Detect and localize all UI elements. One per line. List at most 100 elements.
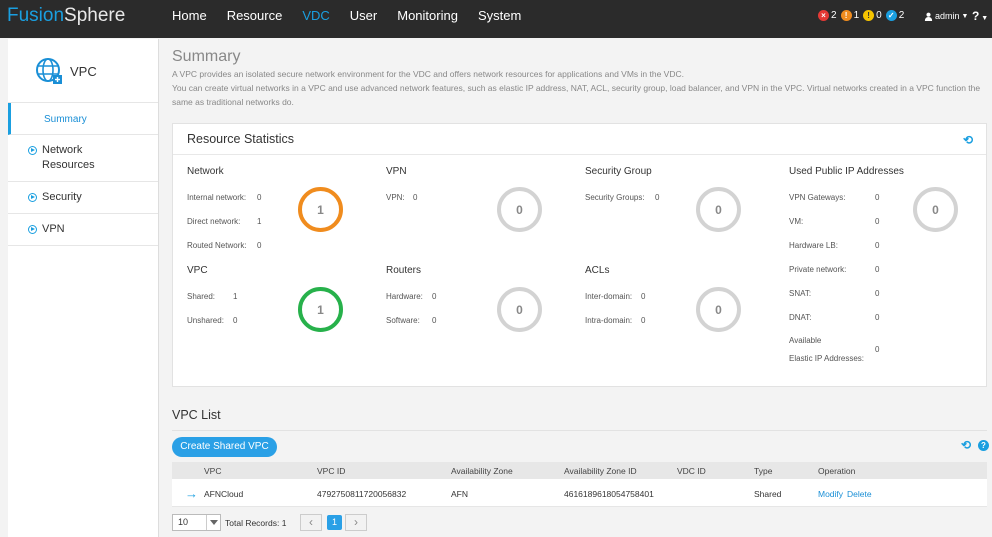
next-page-button[interactable]: ›: [345, 514, 367, 531]
public-ip-title: Used Public IP Addresses: [789, 166, 904, 177]
alarm-summary: × 2 ! 1 ! 0 ✓ 2: [818, 10, 904, 21]
public-ip-total-ring: 0: [913, 187, 958, 232]
minor-alarm-count: 0: [876, 10, 882, 21]
vm-value: 0: [875, 217, 880, 226]
sidebar-item-network-resources[interactable]: Network Resources: [8, 135, 158, 182]
page-size-value: 10: [178, 517, 189, 527]
routers-hardware-value: 0: [432, 292, 437, 301]
sidebar: VPC Summary Network Resources Security V…: [8, 39, 159, 537]
sidebar-title: VPC: [70, 64, 97, 79]
column-header-vpc[interactable]: VPC: [204, 466, 221, 476]
vm-label: VM:: [789, 217, 804, 226]
modify-link[interactable]: Modify: [818, 489, 843, 499]
vpc-unshared-label: Unshared:: [187, 316, 224, 325]
private-network-value: 0: [875, 265, 880, 274]
description-line: A VPC provides an isolated secure networ…: [172, 69, 684, 79]
sidebar-item-security[interactable]: Security: [8, 182, 158, 214]
available-eip-label-1: Available: [789, 336, 822, 345]
sidebar-item-summary[interactable]: Summary: [8, 103, 158, 135]
security-group-title: Security Group: [585, 166, 652, 177]
warning-alarm-icon: ✓: [885, 10, 897, 21]
expand-row-icon[interactable]: →: [185, 487, 198, 500]
network-direct-value: 1: [257, 217, 262, 226]
chevron-down-icon: ▼: [961, 12, 969, 20]
page-title: Summary: [172, 48, 241, 65]
divider: [172, 430, 987, 431]
column-header-operation: Operation: [818, 466, 856, 476]
divider: [173, 154, 986, 155]
security-group-total-ring: 0: [696, 187, 741, 232]
column-header-vpc-id[interactable]: VPC ID: [317, 466, 345, 476]
routers-software-label: Software:: [386, 316, 420, 325]
sidebar-item-label: Summary: [44, 114, 87, 125]
logo-part1: Fusion: [7, 5, 65, 26]
dnat-value: 0: [875, 313, 880, 322]
acl-inter-domain-label: Inter-domain:: [585, 292, 633, 301]
help-menu[interactable]: ? ▼: [972, 9, 988, 23]
warning-alarm-count: 2: [898, 10, 905, 21]
column-header-availability-zone-id[interactable]: Availability Zone ID: [564, 466, 637, 476]
nav-resource[interactable]: Resource: [217, 0, 293, 38]
warning-alarm[interactable]: ✓ 2: [885, 10, 905, 21]
fusionsphere-logo[interactable]: FusionSphere: [7, 6, 125, 26]
logo-part2: Sphere: [64, 5, 126, 26]
sidebar-header: VPC: [8, 39, 158, 103]
security-groups-label: Security Groups:: [585, 193, 645, 202]
minor-alarm[interactable]: ! 0: [863, 10, 882, 21]
vpc-total-ring: 1: [298, 287, 343, 332]
nav-monitoring[interactable]: Monitoring: [387, 0, 468, 38]
column-header-vdc-id[interactable]: VDC ID: [677, 466, 706, 476]
nav-home[interactable]: Home: [162, 0, 217, 38]
network-routed-value: 0: [257, 241, 262, 250]
sidebar-item-vpn[interactable]: VPN: [8, 214, 158, 246]
page-number-button[interactable]: 1: [327, 515, 342, 530]
vpn-label: VPN:: [386, 193, 405, 202]
network-direct-label: Direct network:: [187, 217, 241, 226]
vpn-title: VPN: [386, 166, 407, 177]
vpc-shared-value: 1: [233, 292, 238, 301]
acl-inter-domain-value: 0: [641, 292, 646, 301]
major-alarm[interactable]: ! 1: [840, 10, 860, 21]
vpc-list-title: VPC List: [172, 408, 221, 422]
sidebar-item-label: Security: [42, 191, 82, 203]
available-eip-label-2: Elastic IP Addresses:: [789, 354, 864, 363]
table-header: VPC VPC ID Availability Zone Availabilit…: [172, 462, 987, 479]
sidebar-item-label: VPN: [42, 223, 65, 235]
minor-alarm-icon: !: [863, 10, 875, 21]
expand-arrow-icon: [28, 225, 37, 234]
table-row[interactable]: → AFNCloud 4792750811720056832 AFN 46161…: [172, 479, 987, 507]
vpc-stat-title: VPC: [187, 265, 208, 276]
acl-intra-domain-label: Intra-domain:: [585, 316, 633, 325]
refresh-icon[interactable]: ⟲: [963, 133, 973, 147]
critical-alarm[interactable]: × 2: [818, 10, 837, 21]
delete-link[interactable]: Delete: [847, 489, 872, 499]
globe-network-icon: [36, 58, 62, 84]
major-alarm-count: 1: [853, 10, 860, 21]
nav-vdc[interactable]: VDC: [292, 0, 339, 38]
critical-alarm-icon: ×: [818, 10, 829, 21]
chevron-down-icon: ▼: [979, 15, 989, 22]
top-bar: FusionSphere Home Resource VDC User Moni…: [0, 0, 992, 38]
create-shared-vpc-button[interactable]: Create Shared VPC: [172, 437, 277, 457]
cell-availability-zone-id: 4616189618054758401: [564, 489, 654, 499]
nav-user[interactable]: User: [340, 0, 387, 38]
network-routed-label: Routed Network:: [187, 241, 247, 250]
refresh-icon[interactable]: ⟲: [961, 438, 971, 452]
nav-system[interactable]: System: [468, 0, 531, 38]
vpn-gateways-value: 0: [875, 193, 880, 202]
available-eip-value: 0: [875, 345, 880, 354]
network-internal-value: 0: [257, 193, 262, 202]
help-icon[interactable]: ?: [978, 440, 989, 451]
network-total-ring: 1: [298, 187, 343, 232]
routers-total-ring: 0: [497, 287, 542, 332]
user-menu[interactable]: admin ▼: [924, 11, 968, 21]
network-internal-label: Internal network:: [187, 193, 247, 202]
expand-arrow-icon: [28, 193, 37, 202]
panel-title: Resource Statistics: [187, 132, 294, 146]
hardware-lb-value: 0: [875, 241, 880, 250]
column-header-type[interactable]: Type: [754, 466, 772, 476]
page-size-select[interactable]: 10: [172, 514, 221, 531]
column-header-availability-zone[interactable]: Availability Zone: [451, 466, 513, 476]
prev-page-button[interactable]: ‹: [300, 514, 322, 531]
network-title: Network: [187, 166, 224, 177]
